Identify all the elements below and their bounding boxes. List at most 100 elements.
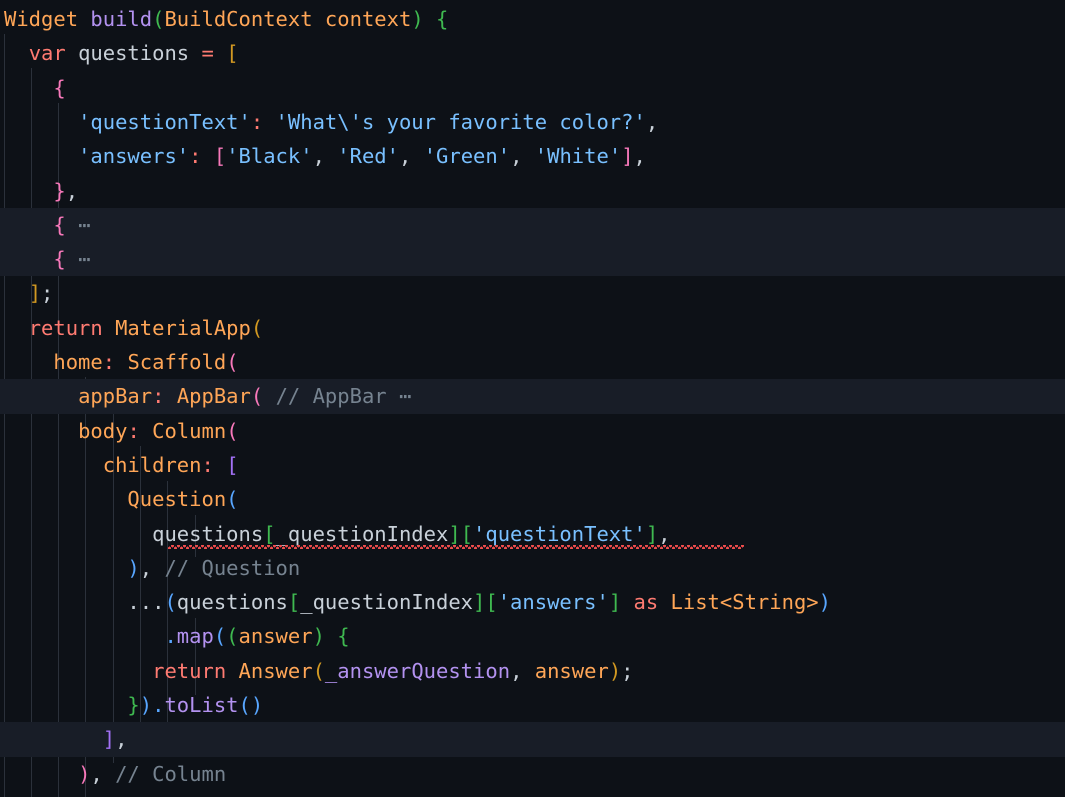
token: 'answers' — [497, 590, 609, 615]
code-line-text: return Answer(_answerQuestion, answer); — [0, 654, 633, 688]
token: ⋯ — [78, 247, 91, 272]
token: build — [90, 7, 153, 31]
token: , — [510, 144, 523, 169]
code-line-4[interactable]: 'questionText': 'What\'s your favorite c… — [0, 105, 1065, 139]
token: ⋯ — [78, 212, 91, 237]
code-line-text: 'answers': ['Black', 'Red', 'Green', 'Wh… — [0, 139, 646, 173]
token: 'What\'s your favorite color?' — [275, 109, 646, 134]
token: 'Green' — [423, 144, 511, 169]
token: ( — [164, 590, 177, 615]
code-line-23[interactable]: ), // Column — [0, 757, 1065, 791]
token: ( — [226, 487, 239, 512]
code-line-1[interactable]: Widget build(BuildContext context) { — [0, 2, 1065, 36]
token: BuildContext — [164, 7, 313, 31]
code-line-text: }, — [0, 174, 78, 208]
token: ( — [250, 384, 264, 409]
token: questions — [78, 41, 190, 66]
token: [ — [263, 521, 276, 546]
code-line-text: children: [ — [0, 448, 239, 482]
code-line-16[interactable]: questions[_questionIndex]['questionText'… — [0, 517, 1065, 551]
code-line-21[interactable]: }).toList() — [0, 688, 1065, 722]
token: answer — [534, 658, 609, 683]
token: ( — [226, 624, 239, 649]
code-line-12[interactable]: appBar: AppBar( // AppBar ⋯ — [0, 379, 1065, 414]
code-line-10[interactable]: return MaterialApp( — [0, 311, 1065, 345]
token: , — [139, 555, 153, 580]
code-line-18[interactable]: ...(questions[_questionIndex]['answers']… — [0, 585, 1065, 619]
token: ) — [78, 761, 91, 786]
code-line-text: ], — [0, 722, 128, 756]
code-line-text: .map((answer) { — [0, 619, 349, 653]
code-line-15[interactable]: Question( — [0, 482, 1065, 516]
token: ( — [238, 693, 251, 717]
code-line-17[interactable]: ), // Question — [0, 551, 1065, 585]
code-line-14[interactable]: children: [ — [0, 448, 1065, 482]
token: 'White' — [534, 144, 622, 169]
token: ) — [411, 7, 424, 31]
token: { — [53, 212, 66, 237]
token: = — [201, 41, 214, 66]
token: [ — [287, 590, 301, 615]
token: as — [633, 590, 659, 615]
token: [ — [213, 144, 227, 169]
token: , — [658, 521, 671, 546]
token: { — [436, 7, 449, 31]
code-line-2[interactable]: var questions = [ — [0, 36, 1065, 70]
code-line-text: body: Column( — [0, 414, 238, 448]
code-line-text: ...(questions[_questionIndex]['answers']… — [0, 585, 831, 619]
code-line-text: 'questionText': 'What\'s your favorite c… — [0, 105, 658, 139]
token: ( — [312, 658, 325, 683]
code-line-7[interactable]: { ⋯ — [0, 207, 1065, 243]
token: , — [65, 178, 79, 203]
token: : — [201, 452, 214, 477]
code-line-text: { — [0, 71, 65, 105]
code-line-text: appBar: AppBar( // AppBar ⋯ — [0, 379, 411, 413]
token: ) — [250, 693, 264, 717]
code-line-3[interactable]: { — [0, 71, 1065, 105]
code-line-text: home: Scaffold( — [0, 345, 238, 379]
code-line-19[interactable]: .map((answer) { — [0, 619, 1065, 653]
code-line-20[interactable]: return Answer(_answerQuestion, answer); — [0, 654, 1065, 688]
code-line-text: questions[_questionIndex]['questionText'… — [0, 517, 671, 551]
token: [ — [226, 41, 239, 66]
token: MaterialApp — [115, 315, 251, 340]
token: Scaffold — [127, 350, 227, 374]
token: _answerQuestion — [324, 658, 511, 683]
token: home — [53, 350, 103, 374]
code-line-8[interactable]: { ⋯ — [0, 242, 1065, 277]
code-line-22[interactable]: ], — [0, 722, 1065, 757]
code-line-9[interactable]: ]; — [0, 276, 1065, 310]
code-line-6[interactable]: }, — [0, 174, 1065, 208]
code-editor[interactable]: Widget build(BuildContext context) { var… — [0, 0, 1065, 797]
token: _questionIndex — [300, 590, 474, 615]
token: ) — [312, 624, 325, 649]
token: [ — [460, 521, 474, 546]
code-line-13[interactable]: body: Column( — [0, 414, 1065, 448]
code-line-11[interactable]: home: Scaffold( — [0, 345, 1065, 379]
code-line-5[interactable]: 'answers': ['Black', 'Red', 'Green', 'Wh… — [0, 139, 1065, 173]
token: } — [53, 178, 66, 203]
token: toList — [164, 693, 239, 717]
token: ] — [448, 521, 461, 546]
token: appBar — [78, 384, 153, 409]
